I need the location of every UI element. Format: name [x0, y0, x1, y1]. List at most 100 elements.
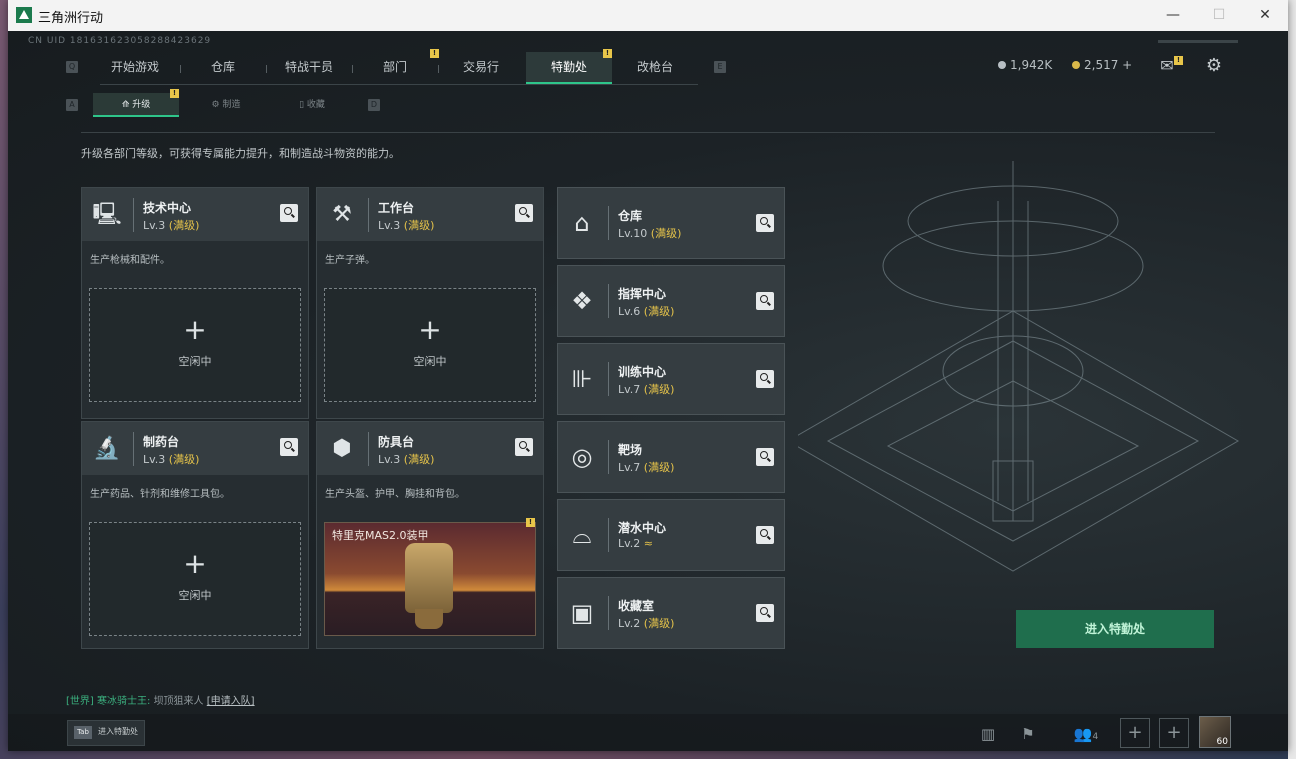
divider: [608, 518, 609, 552]
facility-shooting-range[interactable]: ◎ 靶场 Lv.7 (满级): [557, 421, 785, 493]
workshop-card-workbench[interactable]: ⚒ 工作台 Lv.3 (满级) 生产子弹。 + 空闲中: [316, 187, 544, 419]
tools-icon: ⚒: [332, 202, 352, 227]
invite-slot-button[interactable]: +: [1120, 718, 1150, 748]
upgrade-icon: ⟰: [121, 100, 130, 110]
facility-collection-room[interactable]: ▣ 收藏室 Lv.2 (满级): [557, 577, 785, 649]
desktop-edge: [1288, 0, 1296, 759]
player-avatar[interactable]: 60: [1199, 716, 1231, 748]
divider: [608, 362, 609, 396]
game-viewport: CN UID 181631623058288423629 Q 开始游戏 仓库 特…: [8, 31, 1288, 751]
search-icon[interactable]: [756, 370, 774, 388]
search-icon[interactable]: [515, 204, 533, 222]
subnav-prev-key[interactable]: A: [66, 99, 78, 111]
chat-join-link[interactable]: [申请入队]: [207, 696, 255, 707]
tab-operators[interactable]: 特战干员: [274, 52, 344, 84]
search-icon[interactable]: [756, 526, 774, 544]
search-icon[interactable]: [280, 204, 298, 222]
warehouse-icon: ⌂: [574, 209, 590, 237]
subtab-collection[interactable]: ▯ 收藏: [272, 93, 352, 117]
workshop-card-tech-center[interactable]: 🖳 技术中心 Lv.3 (满级) 生产枪械和配件。 + 空闲中: [81, 187, 309, 419]
workshop-card-armor-bench[interactable]: ⬢ 防具台 Lv.3 (满级) 生产头盔、护甲、胸挂和背包。 特里克MAS2.0…: [316, 421, 544, 649]
base-wireframe-model: [798, 161, 1239, 572]
stats-chart-icon[interactable]: ▥: [972, 721, 1004, 747]
divider: [368, 198, 369, 232]
tab-department[interactable]: 部门: [360, 52, 430, 84]
facility-level: Lv.10 (满级): [618, 227, 682, 240]
tab-gunsmith[interactable]: 改枪台: [620, 52, 690, 84]
title-bar: 三角洲行动 — ☐ ✕: [8, 0, 1288, 31]
upgrade-alert-badge: !: [170, 89, 179, 98]
subnav-next-key[interactable]: D: [368, 99, 380, 111]
tab-divider: [438, 65, 439, 73]
card-description: 生产药品、针剂和维修工具包。: [90, 489, 230, 500]
invite-slot-button[interactable]: +: [1159, 718, 1189, 748]
card-title: 工作台: [378, 201, 415, 215]
slot-status: 空闲中: [413, 355, 447, 368]
tab-trading[interactable]: 交易行: [446, 52, 516, 84]
flag-icon[interactable]: ⚑: [1012, 721, 1044, 747]
tab-hint-label: 进入特勤处: [98, 727, 138, 736]
gold-currency[interactable]: 2,517 +: [1072, 58, 1132, 72]
divider: [133, 432, 134, 466]
search-icon[interactable]: [756, 448, 774, 466]
armor-vest-image: [415, 609, 443, 629]
facility-name: 收藏室: [618, 599, 655, 613]
workshop-card-pharmacy[interactable]: 🔬 制药台 Lv.3 (满级) 生产药品、针剂和维修工具包。 + 空闲中: [81, 421, 309, 649]
card-level: Lv.3 (满级): [143, 453, 200, 466]
facility-level: Lv.7 (满级): [618, 383, 675, 396]
facility-name: 训练中心: [618, 365, 667, 379]
search-icon[interactable]: [515, 438, 533, 456]
department-alert-badge: !: [430, 49, 439, 58]
divider: [608, 596, 609, 630]
settings-gear-icon[interactable]: ⚙: [1200, 53, 1228, 79]
nav-underline: [100, 84, 698, 85]
tab-start-game[interactable]: 开始游戏: [100, 52, 170, 84]
production-item[interactable]: 特里克MAS2.0装甲: [324, 522, 536, 636]
nav-next-key[interactable]: E: [714, 61, 726, 73]
dumbbell-icon: ⊪: [571, 365, 593, 393]
armor-vest-image: [405, 543, 453, 613]
minimize-button[interactable]: —: [1150, 0, 1196, 31]
tab-divider: [352, 65, 353, 73]
squad-button[interactable]: 👥4: [1066, 721, 1106, 747]
microscope-icon: 🔬: [93, 436, 121, 461]
craft-icon: ⚙: [211, 100, 220, 110]
production-slot[interactable]: + 空闲中: [324, 288, 536, 402]
maximize-button[interactable]: ☐: [1196, 0, 1242, 31]
silver-currency: 1,942K: [998, 58, 1052, 72]
facility-diving-center[interactable]: ⌓ 潜水中心 Lv.2 ≈: [557, 499, 785, 571]
search-icon[interactable]: [756, 292, 774, 310]
gold-coin-icon: [1072, 61, 1080, 69]
divider: [608, 284, 609, 318]
nav-prev-key[interactable]: Q: [66, 61, 78, 73]
divider: [81, 132, 1215, 133]
search-icon[interactable]: [756, 604, 774, 622]
enter-special-ops-button[interactable]: 进入特勤处: [1016, 610, 1214, 648]
facility-warehouse[interactable]: ⌂ 仓库 Lv.10 (满级): [557, 187, 785, 259]
subtab-upgrade-label: 升级: [132, 100, 151, 110]
facility-name: 潜水中心: [618, 521, 667, 535]
tab-special-ops[interactable]: 特勤处: [526, 52, 612, 84]
chat-user[interactable]: 寒冰骑士王:: [97, 696, 150, 707]
card-level: Lv.3 (满级): [378, 453, 435, 466]
close-button[interactable]: ✕: [1242, 0, 1288, 31]
facility-training-center[interactable]: ⊪ 训练中心 Lv.7 (满级): [557, 343, 785, 415]
plus-icon: +: [183, 313, 207, 346]
tab-hint-button[interactable]: Tab 进入特勤处: [67, 720, 145, 746]
cubes-icon: ⬢: [332, 436, 352, 461]
search-icon[interactable]: [756, 214, 774, 232]
chat-text: 坝顶狙来人: [153, 696, 204, 707]
slot-status: 空闲中: [178, 355, 212, 368]
card-title: 技术中心: [143, 201, 192, 215]
production-slot[interactable]: + 空闲中: [89, 288, 301, 402]
subtab-craft[interactable]: ⚙ 制造: [186, 93, 266, 117]
decor-line: [1158, 40, 1238, 43]
production-slot[interactable]: + 空闲中: [89, 522, 301, 636]
subtab-upgrade[interactable]: ⟰ 升级: [93, 93, 179, 117]
facility-command-center[interactable]: ❖ 指挥中心 Lv.6 (满级): [557, 265, 785, 337]
page-description: 升级各部门等级，可获得专属能力提升，和制造战斗物资的能力。: [81, 147, 400, 160]
facility-level: Lv.7 (满级): [618, 461, 675, 474]
tab-warehouse[interactable]: 仓库: [188, 52, 258, 84]
gold-amount: 2,517 +: [1084, 58, 1133, 72]
search-icon[interactable]: [280, 438, 298, 456]
